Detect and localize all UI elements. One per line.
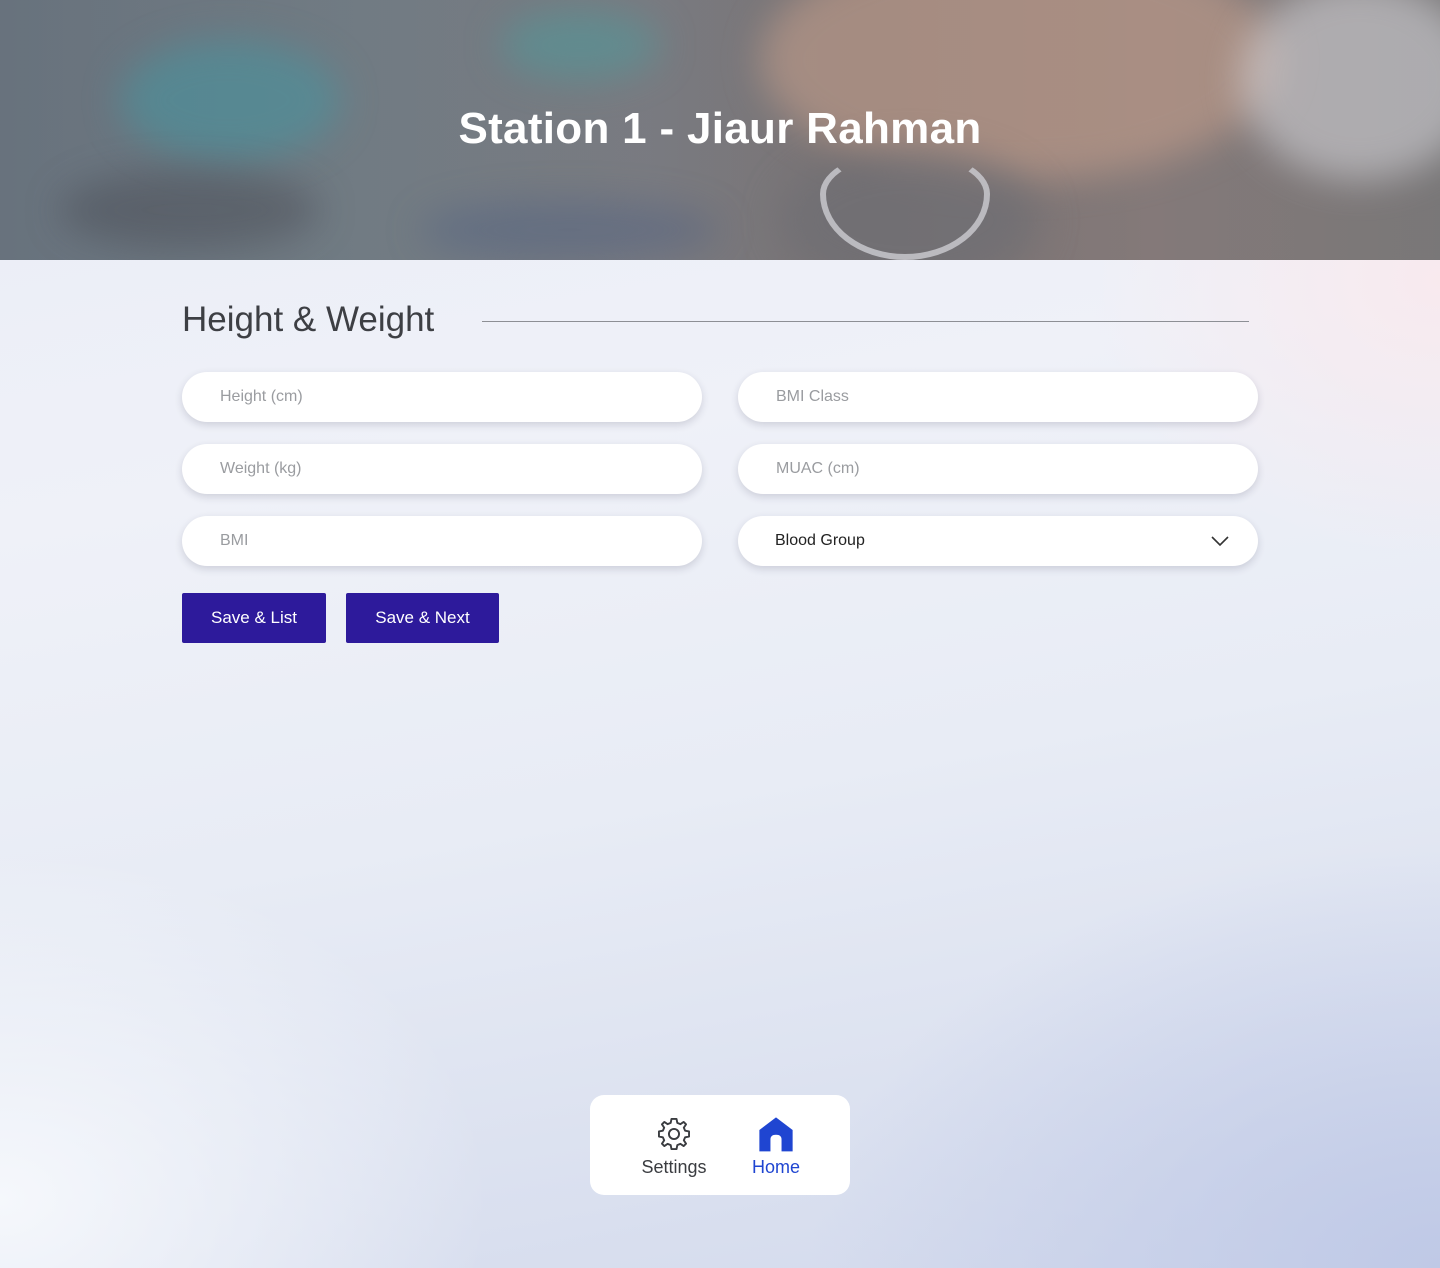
weight-field[interactable] bbox=[182, 444, 702, 494]
weight-input[interactable] bbox=[220, 460, 674, 478]
gear-icon bbox=[658, 1118, 690, 1150]
bmi-class-input[interactable] bbox=[776, 388, 1230, 406]
save-and-next-button[interactable]: Save & Next bbox=[346, 593, 499, 643]
bmi-class-field[interactable] bbox=[738, 372, 1258, 422]
section-divider bbox=[482, 321, 1249, 322]
section-title: Height & Weight bbox=[182, 300, 435, 339]
blood-group-value: Blood Group bbox=[775, 532, 865, 549]
nav-item-home[interactable]: Home bbox=[741, 1115, 811, 1178]
hero-background-blur bbox=[500, 10, 660, 80]
hero-background-blur bbox=[60, 170, 320, 250]
blood-group-select[interactable]: Blood Group bbox=[738, 516, 1258, 566]
height-input[interactable] bbox=[220, 388, 674, 406]
nav-label-settings: Settings bbox=[641, 1157, 707, 1177]
bottom-nav: Settings Home bbox=[590, 1095, 850, 1195]
muac-field[interactable] bbox=[738, 444, 1258, 494]
bmi-field[interactable] bbox=[182, 516, 702, 566]
bmi-input[interactable] bbox=[220, 532, 674, 550]
height-field[interactable] bbox=[182, 372, 702, 422]
nav-item-settings[interactable]: Settings bbox=[634, 1115, 714, 1178]
chevron-down-icon bbox=[1211, 536, 1229, 547]
hero-background-blur bbox=[420, 200, 720, 260]
hero-banner: Station 1 - Jiaur Rahman bbox=[0, 0, 1440, 260]
nav-label-home: Home bbox=[751, 1157, 800, 1177]
save-and-list-button[interactable]: Save & List bbox=[182, 593, 326, 643]
muac-input[interactable] bbox=[776, 460, 1230, 478]
page-title: Station 1 - Jiaur Rahman bbox=[458, 104, 982, 153]
home-icon bbox=[759, 1117, 793, 1152]
